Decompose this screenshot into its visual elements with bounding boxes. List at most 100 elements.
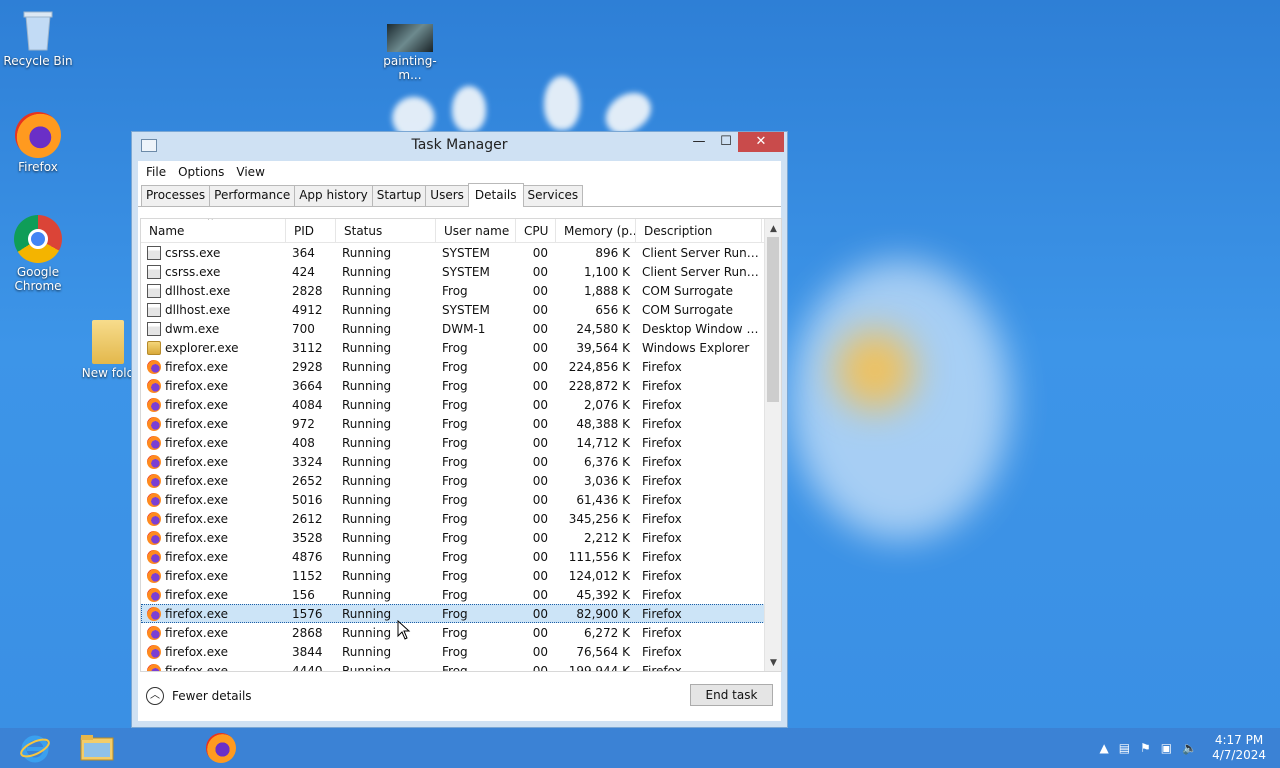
column-header-pid[interactable]: PID xyxy=(286,219,336,242)
table-row[interactable]: dllhost.exe 4912 Running SYSTEM 00 656 K COM S… xyxy=(141,300,781,319)
tab-users[interactable]: Users xyxy=(425,185,469,206)
table-row[interactable]: firefox.exe 1576 Running Frog 00 82,900 K Fire… xyxy=(141,604,781,623)
network-icon[interactable]: ▣ xyxy=(1161,741,1172,755)
column-header-memory[interactable]: Memory (p... xyxy=(556,219,636,242)
process-name: firefox.exe xyxy=(165,587,229,602)
title-bar[interactable]: Task Manager — ☐ ✕ xyxy=(132,132,787,160)
show-hidden-icons-icon[interactable]: ▲ xyxy=(1099,741,1108,755)
table-row[interactable]: firefox.exe 2652 Running Frog 00 3,036 K Firef… xyxy=(141,471,781,490)
table-row[interactable]: firefox.exe 4876 Running Frog 00 111,556 K Fir… xyxy=(141,547,781,566)
cell-user: Frog xyxy=(442,454,468,469)
table-row[interactable]: firefox.exe 408 Running Frog 00 14,712 K Firef… xyxy=(141,433,781,452)
cell-name: csrss.exe xyxy=(141,245,286,260)
taskbar: ▲ ▤ ⚑ ▣ 🔈 4:17 PM 4/7/2024 xyxy=(0,728,1280,768)
table-row[interactable]: firefox.exe 2868 Running Frog 00 6,272 K Firef… xyxy=(141,623,781,642)
desktop-icon-chrome[interactable]: Google Chrome xyxy=(0,215,76,293)
cell-user: Frog xyxy=(442,625,468,640)
cell-user: Frog xyxy=(442,530,468,545)
end-task-button[interactable]: End task xyxy=(690,684,773,706)
table-row[interactable]: firefox.exe 1152 Running Frog 00 124,012 K Fir… xyxy=(141,566,781,585)
cell-mem: 82,900 K xyxy=(576,606,630,621)
wallpaper-petal xyxy=(544,76,580,130)
process-name: firefox.exe xyxy=(165,511,229,526)
cell-mem: 2,076 K xyxy=(583,397,630,412)
cell-cpu: 00 xyxy=(532,587,548,602)
cell-name: dwm.exe xyxy=(141,321,286,336)
process-list[interactable]: ^ Name PID Status User name CPU Memory (… xyxy=(140,218,782,672)
desktop-icon-painting[interactable]: painting-m... xyxy=(372,24,448,82)
scroll-thumb[interactable] xyxy=(767,237,779,402)
desktop-icon-label: painting-m... xyxy=(383,54,437,82)
scroll-down-icon[interactable]: ▼ xyxy=(765,655,781,671)
scroll-up-icon[interactable]: ▲ xyxy=(765,221,781,237)
table-row[interactable]: dllhost.exe 2828 Running Frog 00 1,888 K COM S… xyxy=(141,281,781,300)
table-row[interactable]: csrss.exe 424 Running SYSTEM 00 1,100 K Client… xyxy=(141,262,781,281)
process-name: firefox.exe xyxy=(165,530,229,545)
table-row[interactable]: firefox.exe 5016 Running Frog 00 61,436 K Fire… xyxy=(141,490,781,509)
volume-muted-icon[interactable]: 🔈 xyxy=(1182,741,1197,755)
firefox-icon[interactable] xyxy=(199,732,243,764)
process-name: firefox.exe xyxy=(165,397,229,412)
table-row[interactable]: csrss.exe 364 Running SYSTEM 00 896 K Client S… xyxy=(141,243,781,262)
table-row[interactable]: dwm.exe 700 Running DWM-1 00 24,580 K Desktop … xyxy=(141,319,781,338)
clock[interactable]: 4:17 PM 4/7/2024 xyxy=(1212,733,1266,763)
table-row[interactable]: firefox.exe 972 Running Frog 00 48,388 K Firef… xyxy=(141,414,781,433)
table-row[interactable]: firefox.exe 3664 Running Frog 00 228,872 K Fir… xyxy=(141,376,781,395)
internet-explorer-icon[interactable] xyxy=(13,732,57,764)
cell-user: SYSTEM xyxy=(442,264,490,279)
cell-status: Running xyxy=(342,302,392,317)
menu-view[interactable]: View xyxy=(230,165,270,179)
desktop-icon-firefox[interactable]: Firefox xyxy=(0,112,76,174)
cell-pid: 2652 xyxy=(292,473,323,488)
column-header-description[interactable]: Description xyxy=(636,219,762,242)
cell-user: Frog xyxy=(442,283,468,298)
cell-desc: Firefox xyxy=(642,416,682,431)
menu-file[interactable]: File xyxy=(140,165,172,179)
column-header-user[interactable]: User name xyxy=(436,219,516,242)
keyboard-icon[interactable]: ▤ xyxy=(1119,741,1130,755)
cell-pid: 424 xyxy=(292,264,315,279)
column-header-status[interactable]: Status xyxy=(336,219,436,242)
firefox-icon xyxy=(147,397,161,412)
column-header-cpu[interactable]: CPU xyxy=(516,219,556,242)
cell-name: firefox.exe xyxy=(141,511,286,526)
table-row[interactable]: firefox.exe 4084 Running Frog 00 2,076 K Firef… xyxy=(141,395,781,414)
file-explorer-icon[interactable] xyxy=(75,732,119,764)
tab-performance[interactable]: Performance xyxy=(209,185,296,206)
cell-cpu: 00 xyxy=(532,283,548,298)
table-row[interactable]: firefox.exe 3324 Running Frog 00 6,376 K Firef… xyxy=(141,452,781,471)
cell-pid: 5016 xyxy=(292,492,323,507)
table-row[interactable]: firefox.exe 2612 Running Frog 00 345,256 K Fir… xyxy=(141,509,781,528)
cell-desc: Client Server Runtim... xyxy=(642,264,762,279)
table-row[interactable]: firefox.exe 156 Running Frog 00 45,392 K Firef… xyxy=(141,585,781,604)
tab-startup[interactable]: Startup xyxy=(371,185,427,206)
minimize-button[interactable]: — xyxy=(685,132,713,152)
table-row[interactable]: firefox.exe 3844 Running Frog 00 76,564 K Fire… xyxy=(141,642,781,661)
cell-desc: Desktop Window M... xyxy=(642,321,762,336)
cell-cpu: 00 xyxy=(532,644,548,659)
table-row[interactable]: firefox.exe 3528 Running Frog 00 2,212 K Firef… xyxy=(141,528,781,547)
desktop-icon-recycle-bin[interactable]: Recycle Bin xyxy=(0,8,76,68)
close-button[interactable]: ✕ xyxy=(738,132,784,152)
tab-services[interactable]: Services xyxy=(522,185,584,206)
cell-desc: COM Surrogate xyxy=(642,283,734,298)
firefox-icon xyxy=(147,416,161,431)
tab-details[interactable]: Details xyxy=(467,183,524,207)
cell-name: csrss.exe xyxy=(141,264,286,279)
cell-desc: Firefox xyxy=(642,473,682,488)
firefox-icon xyxy=(147,568,161,583)
firefox-icon xyxy=(147,549,161,564)
maximize-button[interactable]: ☐ xyxy=(712,132,740,152)
cell-user: Frog xyxy=(442,435,468,450)
menu-options[interactable]: Options xyxy=(172,165,230,179)
wallpaper-petal xyxy=(452,86,486,132)
action-center-flag-icon[interactable]: ⚑ xyxy=(1140,741,1151,755)
table-row[interactable]: firefox.exe 2928 Running Frog 00 224,856 K Fir… xyxy=(141,357,781,376)
cell-cpu: 00 xyxy=(532,511,548,526)
fewer-details-button[interactable]: ︿ Fewer details xyxy=(146,687,252,705)
vertical-scrollbar[interactable]: ▲ ▼ xyxy=(764,219,781,671)
table-row[interactable]: explorer.exe 3112 Running Frog 00 39,564 K Win… xyxy=(141,338,781,357)
process-name: firefox.exe xyxy=(165,606,229,621)
tab-app-history[interactable]: App history xyxy=(294,185,373,206)
tab-processes[interactable]: Processes xyxy=(141,185,211,206)
